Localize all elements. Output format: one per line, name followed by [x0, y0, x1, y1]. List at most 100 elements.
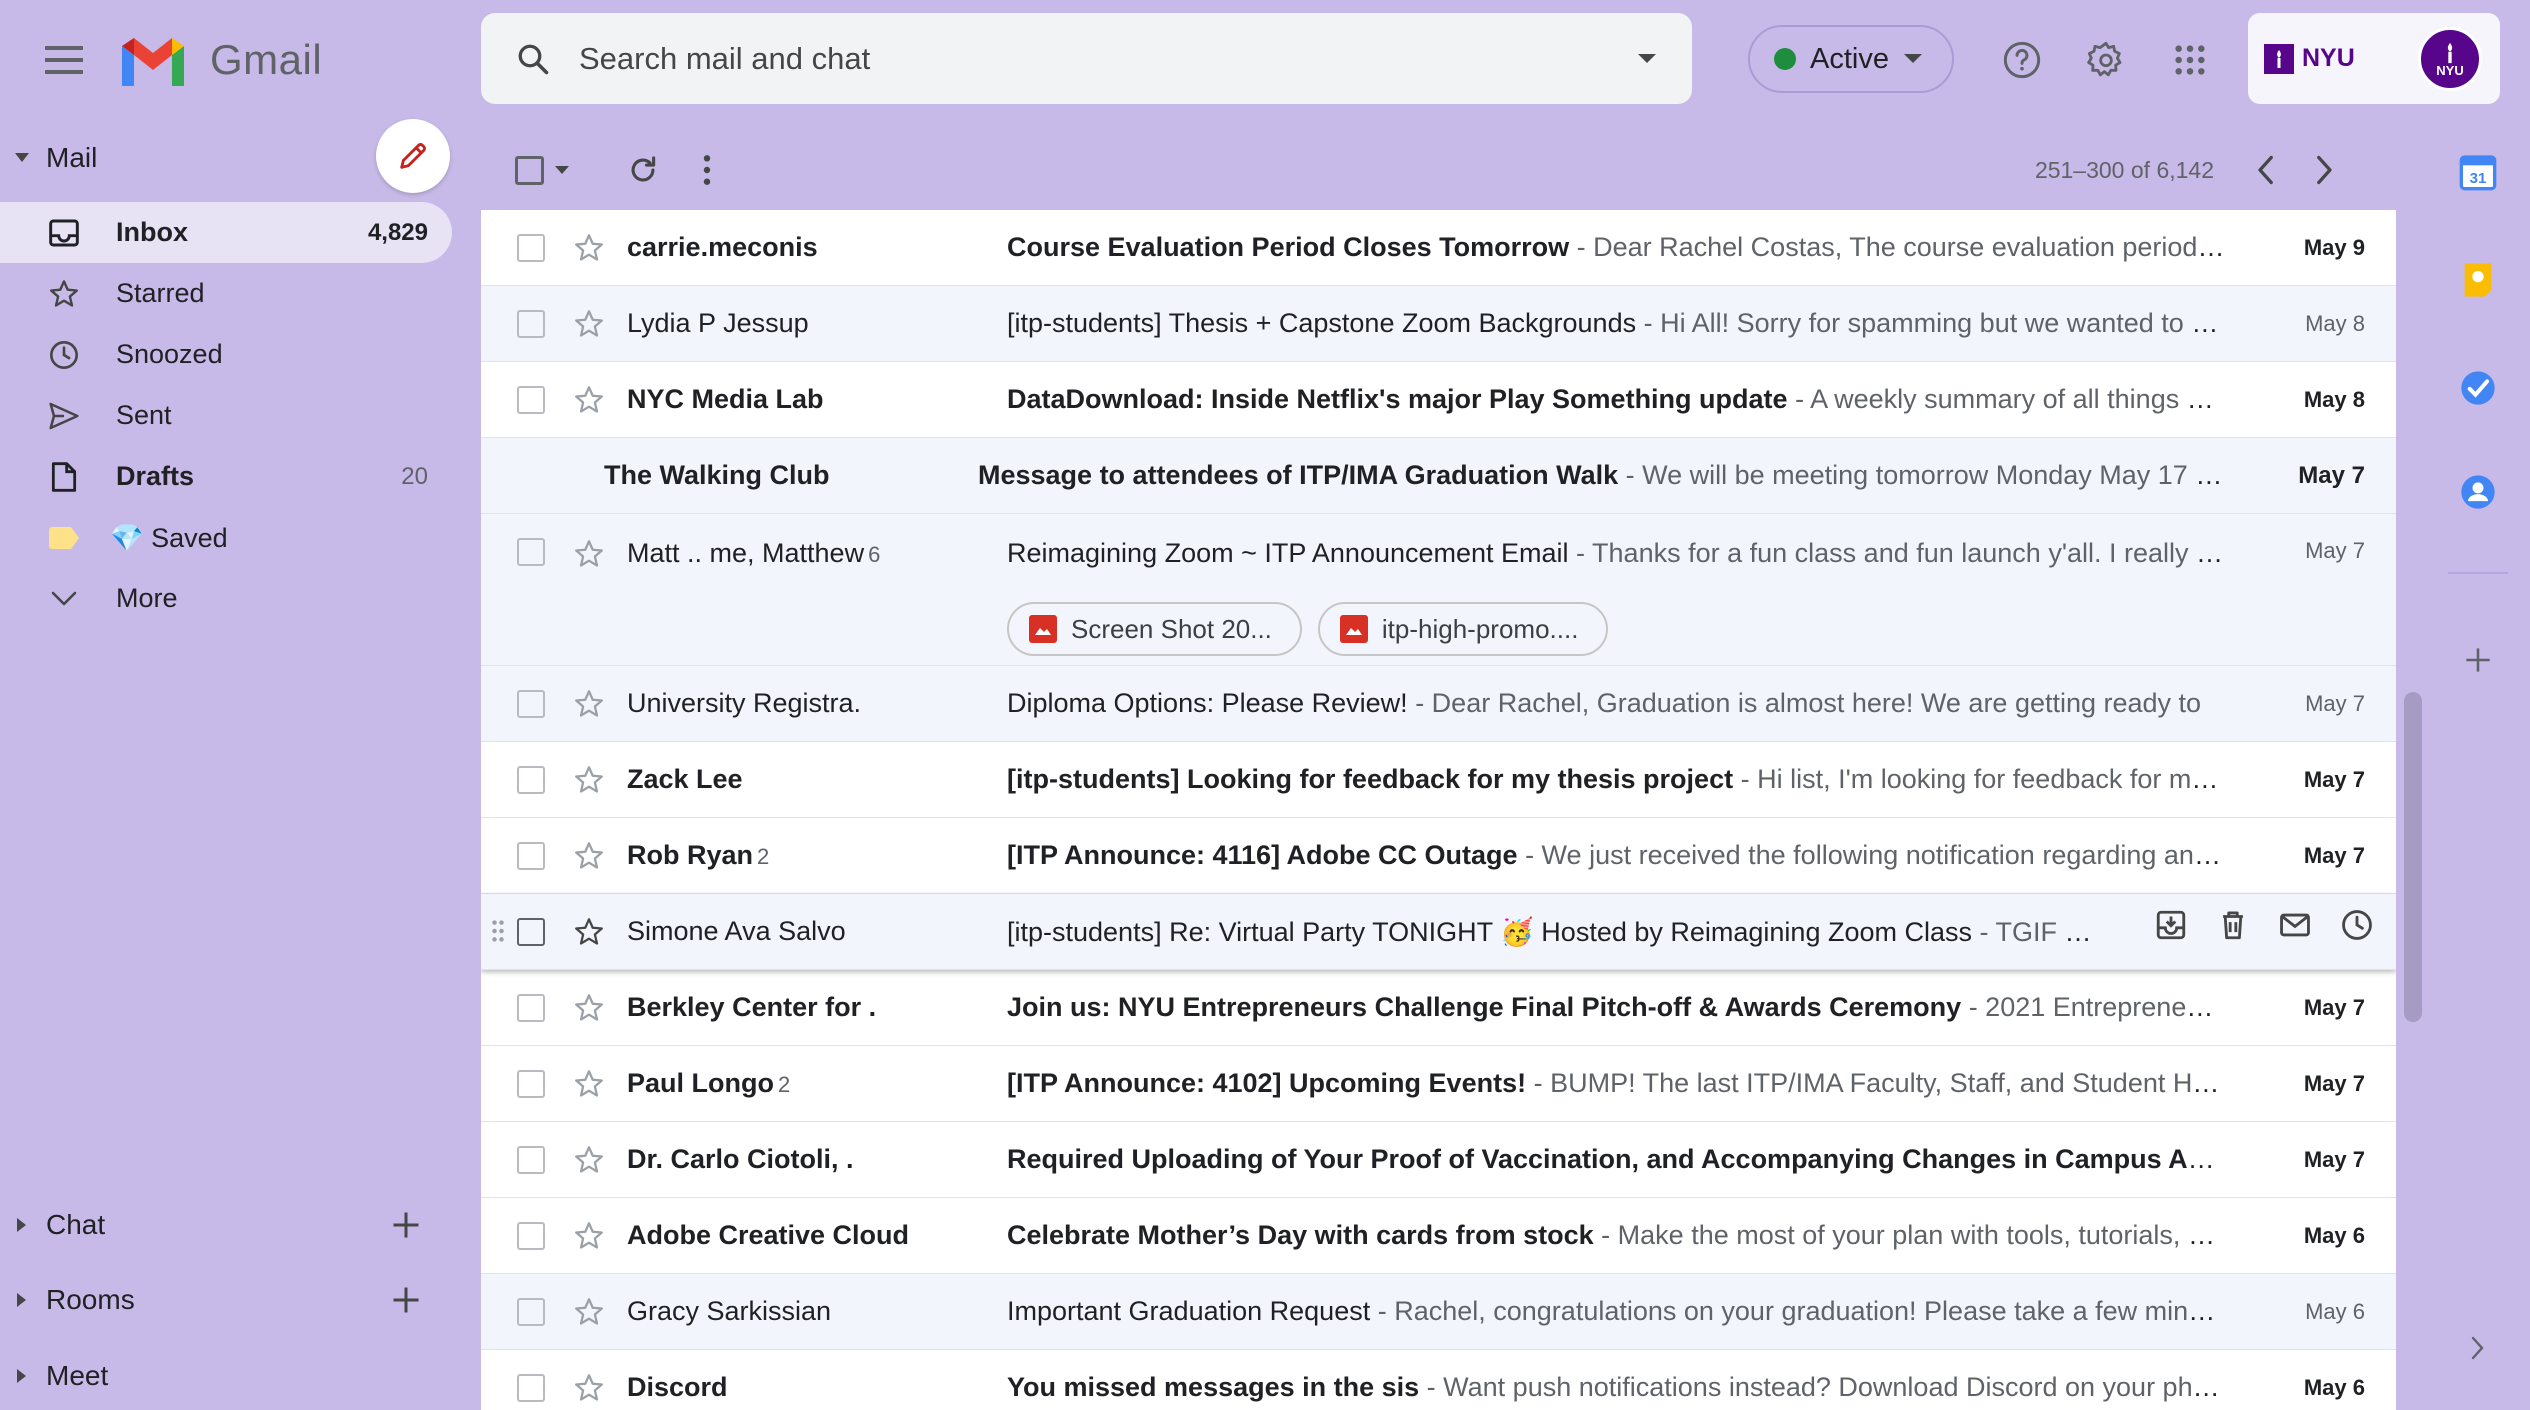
status-selector[interactable]: Active: [1748, 25, 1954, 93]
settings-button[interactable]: [2074, 28, 2138, 92]
message-row[interactable]: Zack Lee [itp-students] Looking for feedb…: [481, 742, 2396, 818]
sidebar-item-inbox[interactable]: Inbox 4,829: [0, 202, 452, 263]
row-checkbox[interactable]: [517, 841, 545, 870]
drag-handle-icon[interactable]: [491, 918, 505, 944]
gmail-logo[interactable]: Gmail: [118, 30, 322, 90]
refresh-button[interactable]: [626, 153, 660, 187]
main-menu-button[interactable]: [32, 28, 96, 92]
message-subject: Diploma Options: Please Review!: [1007, 688, 1408, 718]
calendar-icon[interactable]: 31: [2456, 150, 2500, 194]
message-row[interactable]: Adobe Creative Cloud Celebrate Mother’s D…: [481, 1198, 2396, 1274]
row-checkbox[interactable]: [517, 1297, 545, 1326]
row-checkbox[interactable]: [517, 309, 545, 338]
sidebar-item-snoozed[interactable]: Snoozed: [0, 324, 452, 385]
sidebar-item-starred[interactable]: Starred: [0, 263, 452, 324]
sender-name: Berkley Center for .: [627, 992, 877, 1022]
star-icon[interactable]: [573, 992, 607, 1024]
snooze-clock-icon[interactable]: [2340, 908, 2374, 942]
search-icon[interactable]: [515, 41, 551, 77]
message-row[interactable]: carrie.meconis Course Evaluation Period C…: [481, 210, 2396, 286]
star-icon[interactable]: [573, 916, 607, 948]
message-row[interactable]: The Walking Club Message to attendees of …: [481, 438, 2396, 514]
star-icon[interactable]: [573, 764, 607, 796]
row-checkbox[interactable]: [517, 1069, 545, 1098]
google-apps-button[interactable]: [2158, 28, 2222, 92]
star-icon[interactable]: [573, 232, 607, 264]
row-checkbox[interactable]: [517, 385, 545, 414]
star-icon[interactable]: [573, 538, 607, 570]
add-room-button[interactable]: [380, 1274, 432, 1326]
row-checkbox[interactable]: [517, 233, 545, 262]
support-button[interactable]: [1990, 28, 2054, 92]
star-icon[interactable]: [573, 840, 607, 872]
contacts-icon[interactable]: [2456, 470, 2500, 514]
message-subject: You missed messages in the sis: [1007, 1372, 1420, 1402]
add-addon-plus-icon[interactable]: [2456, 638, 2500, 682]
show-side-panel-chevron-icon[interactable]: [2456, 1326, 2500, 1370]
sidebar-item-sent[interactable]: Sent: [0, 385, 452, 446]
next-page-button[interactable]: [2316, 155, 2334, 185]
row-checkbox[interactable]: [517, 993, 545, 1022]
star-icon[interactable]: [573, 1068, 607, 1100]
message-row[interactable]: Matt .. me, Matthew 6 Reimagining Zoom ~ I…: [481, 514, 2396, 666]
scrollbar-thumb[interactable]: [2404, 692, 2422, 1022]
sidebar-item-more[interactable]: More: [0, 568, 452, 629]
row-checkbox[interactable]: [517, 1145, 545, 1174]
message-row[interactable]: University Registra. Diploma Options: Ple…: [481, 666, 2396, 742]
message-subject: [itp-students] Looking for feedback for …: [1007, 764, 1734, 794]
message-row[interactable]: Lydia P Jessup [itp-students] Thesis + Ca…: [481, 286, 2396, 362]
side-panel-divider: [2448, 572, 2508, 574]
sidebar-item-label: More: [116, 583, 178, 613]
caret-down-icon[interactable]: [554, 165, 570, 175]
search-options-caret-icon[interactable]: [1636, 52, 1658, 66]
message-snippet: - Hi All! Sorry for spamming but we want…: [1636, 308, 2265, 338]
message-row[interactable]: Dr. Carlo Ciotoli, . Required Uploading o…: [481, 1122, 2396, 1198]
star-icon[interactable]: [573, 1220, 607, 1252]
attachment-chip[interactable]: Screen Shot 20...: [1007, 602, 1302, 656]
star-icon[interactable]: [573, 1372, 607, 1404]
search-input[interactable]: [579, 40, 1636, 77]
account-area[interactable]: NYU NYU: [2248, 13, 2500, 104]
star-icon[interactable]: [573, 308, 607, 340]
attachment-chip[interactable]: itp-high-promo....: [1317, 602, 1609, 656]
add-chat-button[interactable]: [380, 1199, 432, 1251]
archive-icon[interactable]: [2154, 908, 2188, 942]
keep-icon[interactable]: [2456, 258, 2500, 302]
sidebar-section-chat[interactable]: Chat: [0, 1195, 460, 1255]
checkbox[interactable]: [515, 155, 544, 185]
select-all-checkbox[interactable]: [515, 155, 570, 185]
row-checkbox[interactable]: [517, 917, 545, 946]
row-checkbox[interactable]: [517, 689, 545, 718]
star-icon[interactable]: [573, 384, 607, 416]
previous-page-button[interactable]: [2256, 155, 2274, 185]
message-row[interactable]: Berkley Center for . Join us: NYU Entrepr…: [481, 970, 2396, 1046]
message-subject: Course Evaluation Period Closes Tomorrow: [1007, 232, 1570, 262]
message-row[interactable]: Paul Longo 2 [ITP Announce: 4102] Upcoming…: [481, 1046, 2396, 1122]
row-checkbox[interactable]: [517, 1221, 545, 1250]
more-options-button[interactable]: [702, 154, 712, 186]
star-icon[interactable]: [573, 1144, 607, 1176]
avatar[interactable]: NYU: [2418, 27, 2482, 91]
torch-icon: [2264, 43, 2294, 74]
tasks-icon[interactable]: [2456, 366, 2500, 410]
message-row[interactable]: Simone Ava Salvo [itp-students] Re: Virtu…: [481, 894, 2396, 970]
star-icon[interactable]: [573, 1296, 607, 1328]
row-checkbox[interactable]: [517, 765, 545, 794]
search-bar[interactable]: [481, 13, 1692, 104]
sidebar-item-drafts[interactable]: Drafts 20: [0, 446, 452, 507]
sidebar-section-rooms[interactable]: Rooms: [0, 1270, 460, 1330]
row-checkbox[interactable]: [517, 538, 545, 566]
star-icon[interactable]: [573, 688, 607, 720]
sidebar-item-saved[interactable]: 💎 Saved: [0, 507, 452, 568]
message-row[interactable]: Rob Ryan 2 [ITP Announce: 4116] Adobe CC O…: [481, 818, 2396, 894]
mark-unread-icon[interactable]: [2278, 908, 2312, 942]
compose-button[interactable]: [376, 119, 450, 193]
message-sender: Simone Ava Salvo: [627, 916, 1007, 947]
message-row[interactable]: NYC Media Lab DataDownload: Inside Netfli…: [481, 362, 2396, 438]
message-sender: Berkley Center for .: [627, 992, 1007, 1023]
message-row[interactable]: Gracy Sarkissian Important Graduation Req…: [481, 1274, 2396, 1350]
delete-icon[interactable]: [2216, 908, 2250, 942]
message-row[interactable]: Discord You missed messages in the sis - …: [481, 1350, 2396, 1410]
sidebar-section-meet[interactable]: Meet: [0, 1346, 460, 1406]
row-checkbox[interactable]: [517, 1373, 545, 1402]
